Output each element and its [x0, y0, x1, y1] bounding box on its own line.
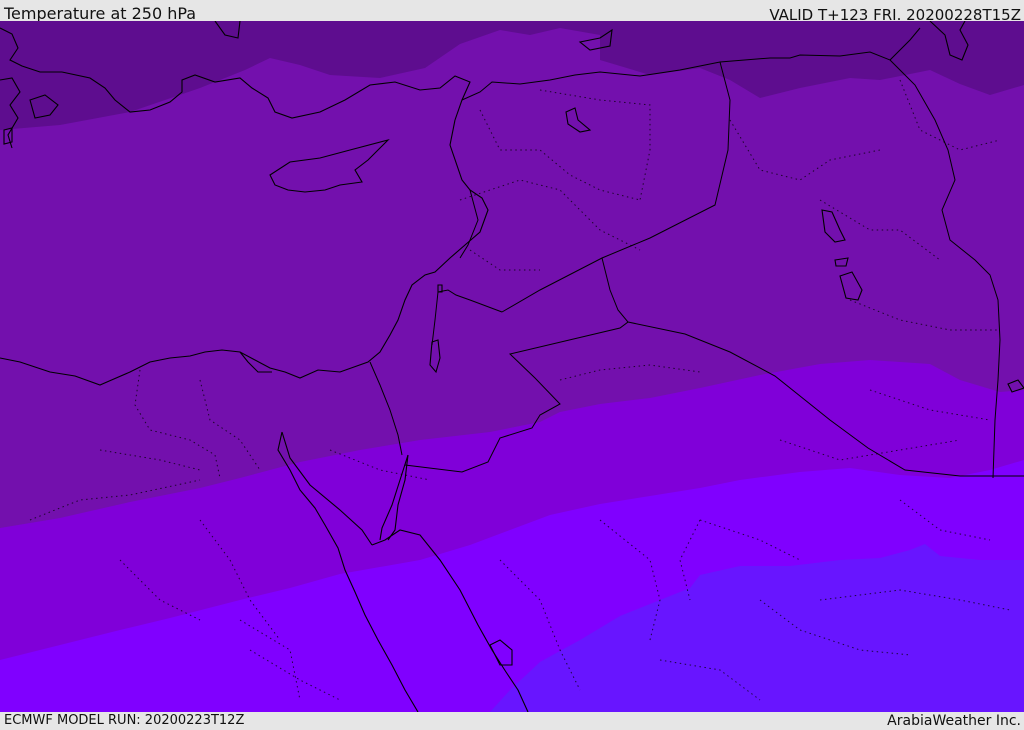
temperature-map: [0, 21, 1024, 712]
model-run: ECMWF MODEL RUN: 20200223T12Z: [4, 713, 245, 728]
footer-bar: ECMWF MODEL RUN: 20200223T12Z ArabiaWeat…: [0, 712, 1024, 729]
header-bar: Temperature at 250 hPa VALID T+123 FRI. …: [0, 0, 1024, 24]
credit: ArabiaWeather Inc.: [887, 713, 1021, 729]
